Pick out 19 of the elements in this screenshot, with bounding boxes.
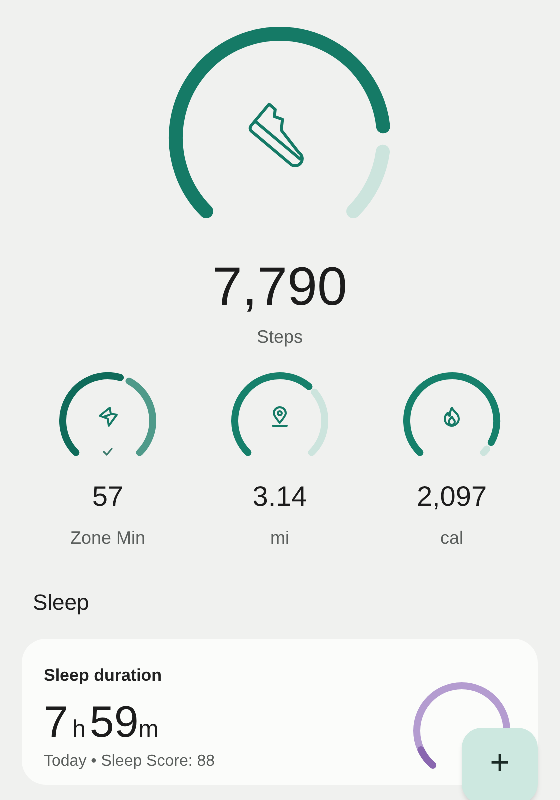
- metric-label: cal: [440, 527, 464, 550]
- sleep-duration: 7 h 59m: [44, 700, 160, 744]
- sleep-summary: Today • Sleep Score: 88: [44, 752, 216, 770]
- shoe-icon: [248, 102, 304, 168]
- section-title: Sleep: [33, 589, 90, 617]
- checkmark-icon: [103, 448, 113, 456]
- metric-label: Zone Min: [70, 527, 146, 550]
- metric-label: mi: [270, 527, 290, 550]
- metric-value: 2,097: [416, 483, 488, 511]
- gauge-track: [480, 446, 491, 456]
- metric-value: 3.14: [252, 483, 308, 511]
- metric-value: 57: [92, 483, 124, 511]
- flame-icon: [444, 407, 460, 427]
- card-title: Sleep duration: [44, 665, 164, 687]
- steps-label: Steps: [256, 326, 304, 349]
- location-pin-icon: [272, 406, 288, 427]
- gauge-track: [308, 388, 328, 456]
- step-count: 7,790: [212, 260, 348, 314]
- add-button[interactable]: +: [462, 728, 538, 800]
